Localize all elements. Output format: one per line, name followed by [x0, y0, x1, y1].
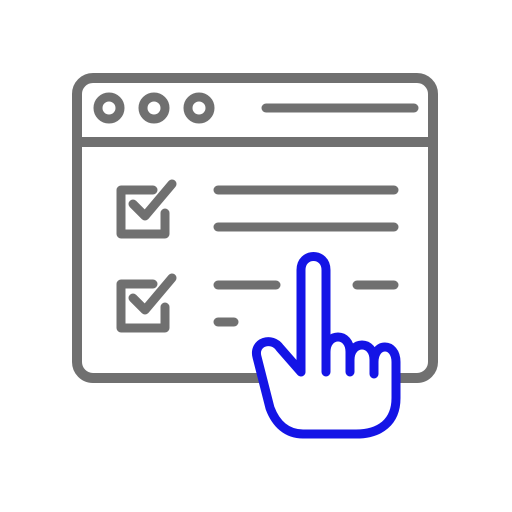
checklist-item-1: [116, 179, 399, 239]
window-control-dot-2: [138, 92, 170, 124]
window-controls: [93, 92, 215, 124]
illustration-svg: [72, 73, 438, 439]
checkbox-checked-icon: [116, 179, 177, 239]
checklist-illustration: [0, 0, 512, 512]
checkbox-checked-icon: [116, 273, 177, 333]
window-control-dot-1: [93, 92, 125, 124]
window-control-dot-3: [183, 92, 215, 124]
checklist-item-2: [116, 273, 399, 333]
